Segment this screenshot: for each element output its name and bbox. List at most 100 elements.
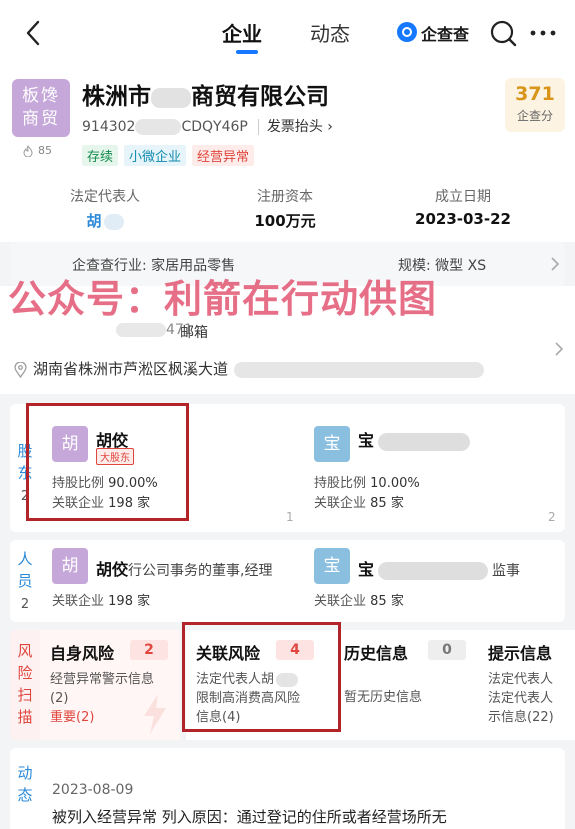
search-icon[interactable] bbox=[489, 18, 517, 48]
brand-logo: 企查查 bbox=[397, 21, 475, 45]
dynamics-date: 2023-08-09 bbox=[52, 782, 134, 798]
redacted-text bbox=[135, 119, 182, 135]
shareholding-ratio: 持股比例 10.00% bbox=[314, 472, 420, 491]
heat-value: 85 bbox=[38, 144, 52, 157]
shareholder-name-text: 宝 bbox=[358, 431, 375, 450]
redacted-text bbox=[378, 432, 471, 451]
chevron-right-icon bbox=[551, 257, 560, 271]
dynamics-label: 动态 bbox=[10, 762, 40, 806]
redacted-text bbox=[116, 323, 166, 337]
chevron-right-icon bbox=[555, 342, 564, 356]
personnel-name: 宝 bbox=[358, 560, 375, 579]
tab-company[interactable]: 企业 bbox=[222, 18, 262, 47]
logo-line-1: 板馋 bbox=[22, 86, 60, 106]
dynamics-label-text: 动态 bbox=[17, 764, 33, 804]
assoc-label: 关联企业 bbox=[314, 496, 367, 511]
watermark-text: 公众号：利箭在行动供图 bbox=[8, 277, 438, 321]
risk-scan-label[interactable]: 风险扫描 bbox=[10, 630, 40, 740]
risk-panel-desc: 经营异常警示信息 (2) 重要(2) bbox=[50, 670, 154, 727]
legal-representative[interactable]: 法定代表人 胡 bbox=[30, 186, 180, 231]
dynamics-card[interactable]: 动态 2023-08-09 被列入经营异常 列入原因：通过登记的住所或者经营场所… bbox=[10, 748, 565, 829]
company-score-badge[interactable]: 371 企查分 bbox=[505, 78, 565, 132]
ratio-label: 持股比例 bbox=[314, 476, 367, 491]
active-tab-indicator bbox=[236, 50, 258, 54]
redacted-text bbox=[103, 213, 124, 230]
risk-panel-history[interactable]: 历史信息 0 暂无历史信息 bbox=[338, 630, 480, 740]
brand-name: 企查查 bbox=[421, 25, 470, 44]
avatar: 宝 bbox=[314, 426, 350, 462]
more-icon[interactable] bbox=[528, 20, 558, 46]
risk-panel-desc: 暂无历史信息 bbox=[344, 688, 422, 707]
personnel-card: 人员 2 胡 胡佼行公司事务的董事,经理 关联企业 198 家 宝 宝 监事 关联… bbox=[10, 540, 565, 622]
personnel-label-text: 人员 bbox=[17, 550, 33, 590]
avatar: 宝 bbox=[314, 548, 350, 584]
credit-code-suffix: CDQY46P bbox=[181, 119, 248, 135]
avatar: 胡 bbox=[52, 548, 88, 584]
heat-count: 85 bbox=[22, 144, 52, 157]
company-header: 板馋 商贸 85 株洲市 商贸有限公司 914302 CDQY46P 发票抬头 › 存… bbox=[0, 66, 575, 242]
personnel-label[interactable]: 人员 2 bbox=[10, 548, 40, 616]
dynamics-text: 被列入经营异常 列入原因：通过登记的住所或者经营场所无 bbox=[52, 808, 447, 826]
tab-dynamics[interactable]: 动态 bbox=[310, 18, 350, 47]
risk-panel-tips[interactable]: 提示信息 法定代表人 法定代表人 示信息(22) bbox=[480, 630, 575, 740]
personnel-role: 监事 bbox=[492, 563, 521, 579]
tag-abnormal-operation[interactable]: 经营异常 bbox=[192, 145, 255, 166]
company-logo: 板馋 商贸 bbox=[12, 79, 70, 137]
redacted-text bbox=[151, 87, 191, 108]
founded-value: 2023-03-22 bbox=[415, 210, 511, 228]
personnel-name: 胡佼 bbox=[96, 560, 129, 579]
score-value: 371 bbox=[515, 83, 555, 105]
risk-count-badge: 2 bbox=[130, 640, 168, 660]
risk-panel-title: 提示信息 bbox=[488, 644, 553, 663]
risk-desc-line: 暂无历史信息 bbox=[344, 690, 423, 705]
company-name-suffix: 商贸有限公司 bbox=[191, 84, 329, 110]
assoc-label: 关联企业 bbox=[52, 594, 105, 609]
annotation-box bbox=[26, 403, 189, 521]
risk-important-count: 重要(2) bbox=[50, 710, 95, 725]
assoc-value: 85 家 bbox=[370, 594, 404, 609]
flame-icon bbox=[23, 145, 33, 157]
location-pin-icon bbox=[14, 361, 27, 378]
risk-desc-line: 示信息(22) bbox=[488, 710, 554, 725]
risk-panel-desc: 法定代表人 法定代表人 示信息(22) bbox=[488, 670, 554, 727]
personnel-role: 行公司事务的董事,经理 bbox=[128, 563, 273, 579]
redacted-text bbox=[378, 562, 489, 580]
risk-panel-self[interactable]: 自身风险 2 经营异常警示信息 (2) 重要(2) bbox=[40, 630, 180, 740]
risk-desc-line: 法定代表人 bbox=[488, 672, 554, 687]
item-index: 2 bbox=[548, 510, 556, 524]
risk-desc-line: 法定代表人 bbox=[488, 691, 554, 706]
capital-label: 注册资本 bbox=[257, 189, 313, 205]
back-arrow-icon[interactable] bbox=[22, 18, 46, 48]
assoc-value: 198 家 bbox=[108, 594, 151, 609]
legal-rep-value: 胡 bbox=[30, 210, 180, 231]
logo-line-2: 商贸 bbox=[22, 109, 60, 129]
tag-active: 存续 bbox=[82, 145, 119, 166]
founded-label: 成立日期 bbox=[435, 189, 491, 205]
risk-scan-label-text: 风险扫描 bbox=[17, 642, 33, 726]
lightning-icon bbox=[144, 694, 166, 734]
associated-companies: 关联企业 85 家 bbox=[314, 492, 404, 511]
item-index: 1 bbox=[286, 510, 294, 524]
brand-mark-icon bbox=[397, 22, 417, 42]
invoice-title-label: 发票抬头 bbox=[266, 119, 323, 135]
risk-panel-title: 历史信息 bbox=[344, 644, 409, 663]
assoc-value: 85 家 bbox=[370, 496, 404, 511]
redacted-text bbox=[234, 361, 485, 378]
risk-desc-line: 经营异常警示信息 bbox=[50, 672, 155, 687]
registered-capital: 注册资本 100万元 bbox=[210, 186, 360, 231]
risk-desc-line: (2) bbox=[50, 691, 69, 706]
risk-count-badge: 0 bbox=[428, 640, 466, 660]
invoice-title-link[interactable]: 发票抬头 › bbox=[257, 119, 333, 135]
email-link[interactable]: 邮箱 bbox=[180, 322, 208, 342]
assoc-label: 关联企业 bbox=[314, 594, 367, 609]
ratio-value: 10.00% bbox=[370, 476, 420, 491]
status-tags: 存续 小微企业 经营异常 bbox=[82, 145, 255, 166]
score-label: 企查分 bbox=[516, 109, 553, 123]
founded-date: 成立日期 2023-03-22 bbox=[388, 186, 538, 228]
legal-rep-name: 胡 bbox=[86, 212, 102, 230]
associated-companies: 关联企业 85 家 bbox=[314, 590, 404, 609]
associated-companies: 关联企业 198 家 bbox=[52, 590, 150, 609]
address-row[interactable]: 湖南省株洲市芦淞区枫溪大道 bbox=[14, 358, 485, 379]
legal-rep-label: 法定代表人 bbox=[70, 189, 140, 205]
capital-value: 100万元 bbox=[254, 212, 316, 230]
